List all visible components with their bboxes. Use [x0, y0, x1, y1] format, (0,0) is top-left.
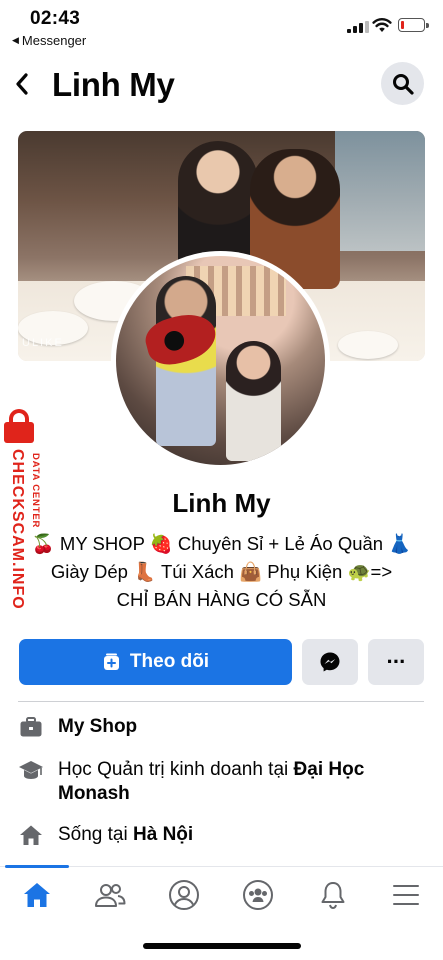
home-indicator: [143, 943, 301, 949]
briefcase-icon: [18, 715, 44, 739]
section-divider: [18, 701, 424, 702]
search-button[interactable]: [381, 62, 424, 105]
profile-icon: [169, 880, 199, 910]
active-tab-indicator: [5, 865, 69, 868]
detail-location-prefix: Sống tại: [58, 824, 133, 845]
bottom-tab-bar: [0, 865, 443, 922]
search-icon: [392, 73, 414, 95]
chevron-left-icon: [16, 73, 28, 95]
back-app-label: Messenger: [21, 33, 87, 48]
notifications-icon: [321, 882, 345, 910]
bio-line: 🍒 MY SHOP 🍓 Chuyên Sỉ + Lẻ Áo Quần 👗: [31, 533, 412, 554]
page-title: Linh My: [52, 66, 175, 103]
tab-profile[interactable]: [164, 877, 204, 913]
tab-menu[interactable]: [386, 877, 426, 913]
friends-icon: [95, 884, 126, 907]
message-button[interactable]: [302, 639, 358, 685]
follow-button[interactable]: Theo dõi: [19, 639, 292, 685]
home-icon: [24, 883, 50, 907]
profile-avatar[interactable]: [111, 251, 330, 470]
battery-level: [401, 21, 404, 29]
detail-location[interactable]: Sống tại Hà Nội: [18, 823, 424, 847]
home-location-icon: [18, 823, 44, 847]
tab-notifications[interactable]: [313, 877, 353, 913]
groups-icon: [243, 880, 273, 910]
back-to-app-link[interactable]: ◀ Messenger: [12, 33, 86, 48]
detail-work[interactable]: My Shop: [18, 715, 424, 739]
profile-header: Linh My: [0, 56, 443, 112]
bio-line: Giày Dép 👢 Túi Xách 👜 Phụ Kiện 🐢=>: [50, 561, 393, 582]
wifi-icon: [372, 18, 392, 32]
follow-label: Theo dõi: [129, 651, 210, 672]
tab-home[interactable]: [17, 877, 57, 913]
cover-watermark: ULIKE: [22, 337, 64, 349]
cellular-signal-icon: [347, 21, 369, 33]
more-options-button[interactable]: ···: [368, 639, 424, 685]
back-triangle-icon: ◀: [12, 35, 19, 45]
detail-education[interactable]: Học Quản trị kinh doanh tại Đại Học Mona…: [18, 758, 424, 806]
battery-icon: [398, 18, 429, 32]
back-button[interactable]: [8, 66, 36, 102]
detail-location-city: Hà Nội: [133, 824, 194, 845]
profile-name: Linh My: [172, 488, 271, 518]
status-bar: 02:43 ◀ Messenger: [0, 0, 443, 56]
graduation-cap-icon: [18, 758, 44, 782]
follow-plus-icon: [103, 653, 119, 670]
status-time: 02:43: [30, 8, 81, 29]
bio-line: CHỈ BÁN HÀNG CÓ SẴN: [116, 589, 327, 610]
detail-education-prefix: Học Quản trị kinh doanh tại: [58, 759, 294, 780]
profile-bio: 🍒 MY SHOP 🍓 Chuyên Sỉ + Lẻ Áo Quần 👗 Già…: [20, 530, 423, 614]
tab-friends[interactable]: [90, 877, 130, 913]
menu-icon: [393, 885, 419, 905]
detail-work-text: My Shop: [58, 716, 138, 737]
lock-icon: [4, 409, 34, 443]
messenger-icon: [320, 652, 340, 672]
tab-groups[interactable]: [238, 877, 278, 913]
